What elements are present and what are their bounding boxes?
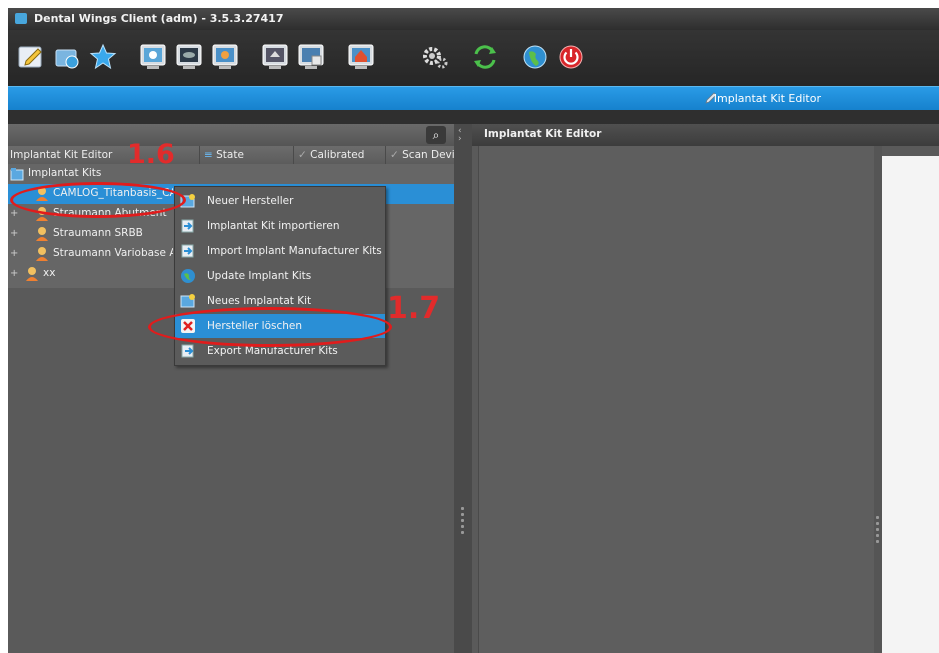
panel-splitter[interactable]: [874, 146, 882, 653]
column-state[interactable]: ≡ State: [204, 149, 288, 161]
preview-area: [882, 156, 939, 653]
menu-item-import-manufacturer-kits[interactable]: Import Implant Manufacturer Kits: [175, 239, 385, 263]
highlight-ellipse-camlog: [10, 182, 186, 218]
monitor-export-icon[interactable]: [296, 42, 326, 72]
main-toolbar: [8, 30, 939, 86]
menu-item-update-kits[interactable]: Update Implant Kits: [175, 264, 385, 288]
panel-header: ⌕: [8, 124, 454, 146]
expand-icon[interactable]: +: [10, 209, 19, 219]
open-case-icon[interactable]: [52, 42, 82, 72]
import-icon: [181, 219, 194, 233]
search-icon[interactable]: ⌕: [426, 126, 446, 144]
scanner-icon[interactable]: [138, 42, 168, 72]
settings-gear-icon[interactable]: [420, 42, 450, 72]
tree-item-label: Straumann SRBB: [53, 227, 143, 239]
editor-panel: Implantat Kit Editor: [472, 124, 939, 653]
editor-panel-header: Implantat Kit Editor: [472, 124, 939, 146]
manufacturer-icon: [36, 247, 48, 261]
globe-icon[interactable]: [520, 42, 550, 72]
sort-icon: ≡: [204, 149, 217, 161]
expand-icon[interactable]: +: [10, 249, 19, 259]
app-icon: [15, 13, 27, 24]
separator: [8, 110, 939, 124]
module-title[interactable]: Implantat Kit Editor: [714, 92, 821, 105]
manufacturer-icon: [36, 227, 48, 241]
column-scan-device[interactable]: ✓ Scan Devi: [390, 149, 454, 161]
calibrated-icon: ✓: [298, 149, 311, 161]
scan-device-icon: ✓: [390, 149, 403, 161]
menu-item-import-kit[interactable]: Implantat Kit importieren: [175, 214, 385, 238]
tree-item-label: xx: [43, 267, 56, 279]
export-icon: [181, 344, 194, 358]
folder-icon: [10, 168, 24, 181]
module-bar: Implantat Kit Editor: [8, 86, 939, 111]
highlight-ellipse-delete: [148, 307, 392, 347]
expand-icon[interactable]: +: [10, 269, 19, 279]
app-window: Dental Wings Client (adm) - 3.5.3.27417: [8, 8, 939, 653]
expand-icon[interactable]: +: [10, 229, 19, 239]
new-kit-icon: [180, 294, 195, 308]
column-header: Implantat Kit Editor ≡ State ✓ Calibrate…: [8, 146, 454, 165]
manufacturer-icon: [26, 267, 38, 281]
step-label-1-6: 1.6: [127, 139, 175, 170]
update-globe-icon: [181, 269, 195, 283]
edit-case-icon[interactable]: [16, 42, 46, 72]
tree-root-label: Implantat Kits: [28, 167, 102, 179]
window-title: Dental Wings Client (adm) - 3.5.3.27417: [34, 12, 284, 25]
panel-splitter[interactable]: ‹ ›: [454, 124, 472, 653]
step-label-1-7: 1.7: [387, 291, 441, 326]
editor-content: [478, 146, 876, 653]
power-icon[interactable]: [556, 42, 586, 72]
tree-item-label: Straumann Variobase Al: [53, 247, 173, 259]
menu-item-new-manufacturer[interactable]: Neuer Hersteller: [175, 189, 385, 213]
sync-arrows-icon[interactable]: [470, 42, 500, 72]
favorites-star-icon[interactable]: [88, 42, 118, 72]
title-bar: Dental Wings Client (adm) - 3.5.3.27417: [8, 8, 939, 30]
monitor-icon[interactable]: [174, 42, 204, 72]
monitor-settings-icon[interactable]: [210, 42, 240, 72]
monitor-upload-icon[interactable]: [260, 42, 290, 72]
tree-root[interactable]: Implantat Kits: [8, 164, 454, 184]
monitor-home-icon[interactable]: [346, 42, 376, 72]
editor-panel-title: Implantat Kit Editor: [484, 128, 602, 140]
import-icon: [181, 244, 194, 258]
collapse-arrow-icon[interactable]: ‹ ›: [458, 127, 462, 144]
column-calibrated[interactable]: ✓ Calibrated: [298, 149, 384, 161]
